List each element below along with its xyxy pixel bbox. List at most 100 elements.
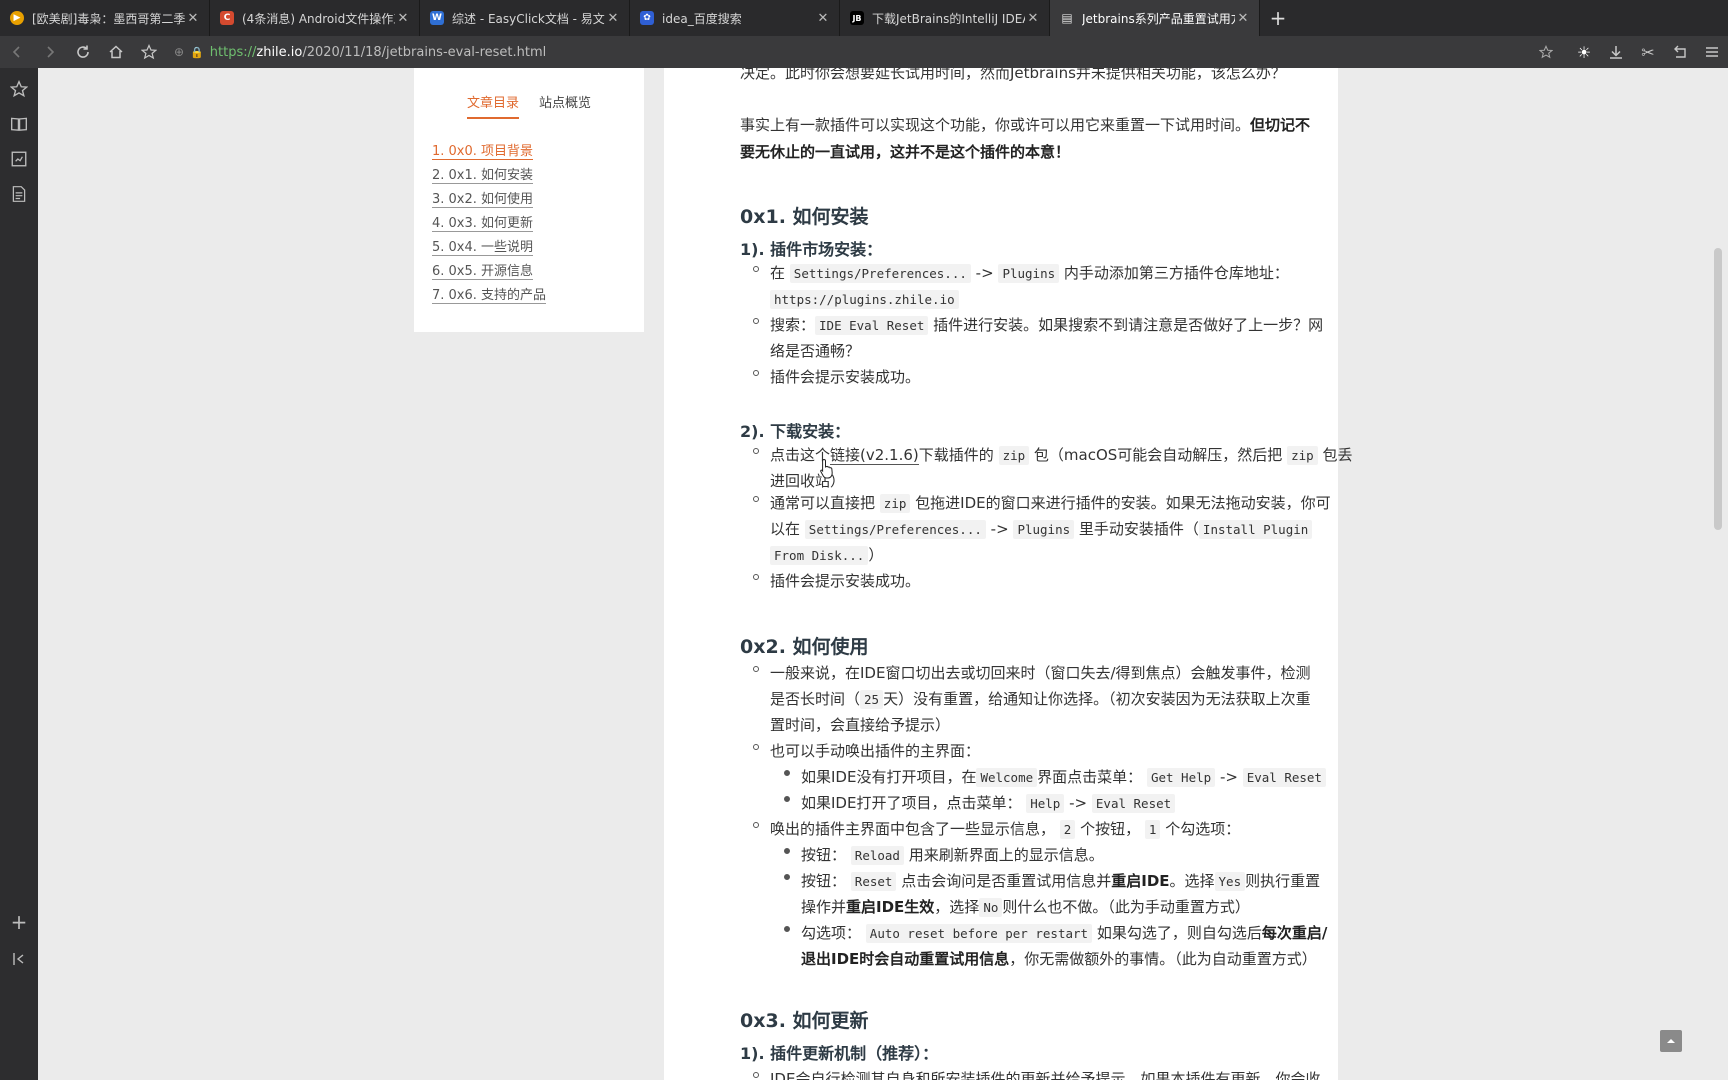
toc-panel: 文章目录 站点概览 1. 0x0. 项目背景 2. 0x1. 如何安装 3. 0… xyxy=(414,68,644,332)
bullet-icon xyxy=(753,448,759,454)
toc-item[interactable]: 3. 0x2. 如何使用 xyxy=(432,188,546,212)
toc-item[interactable]: 7. 0x6. 支持的产品 xyxy=(432,284,547,308)
list-item: 搜索： IDE Eval Reset 插件进行安装。如果搜索不到请注意是否做好了上… xyxy=(770,316,1324,335)
night-mode-icon[interactable]: ☀ xyxy=(1568,36,1600,68)
close-icon[interactable]: ✕ xyxy=(185,11,201,26)
sub-list-item: 如果IDE打开了项目，点击菜单： Help -> Eval Reset xyxy=(801,790,1176,817)
sub-list-item: 如果IDE没有打开项目，在 Welcome 界面点击菜单： Get Help -> … xyxy=(801,764,1326,791)
close-icon[interactable]: ✕ xyxy=(815,11,831,26)
url-host: zhile.io xyxy=(256,44,303,60)
close-icon[interactable]: ✕ xyxy=(395,11,411,26)
menu-icon[interactable] xyxy=(1696,36,1728,68)
list-item-cont: From Disk...） xyxy=(770,542,883,569)
sub-bullet-icon xyxy=(784,926,790,932)
url-path: /2020/11/18/jetbrains-eval-reset.html xyxy=(302,44,547,60)
toc-item[interactable]: 2. 0x1. 如何安装 xyxy=(432,164,546,188)
favorites-star-icon[interactable] xyxy=(8,78,30,100)
tab-title: 综述 - EasyClick文档 - 易文档 xyxy=(452,11,605,26)
sub-list-item: 勾选项： Auto reset before per restart 如果勾选了… xyxy=(801,924,1328,943)
toc-item[interactable]: 4. 0x3. 如何更新 xyxy=(432,212,546,236)
sub-list-item: 按钮： Reload 用来刷新界面上的显示信息。 xyxy=(801,846,1104,865)
bullet-icon xyxy=(753,318,759,324)
list-item: 插件会提示安装成功。 xyxy=(770,368,921,386)
list-item-cont: 以在 Settings/Preferences... -> Plugins 里手… xyxy=(770,516,1313,543)
tab-0[interactable]: ▶ [欧美剧]毒枭：墨西哥第二季 ✕ xyxy=(0,0,210,36)
toc-tab-contents[interactable]: 文章目录 xyxy=(466,92,519,119)
sub-list-item-cont: 退出IDE时会自动重置试用信息，你无需做额外的事情。（此为自动重置方式） xyxy=(801,950,1317,968)
toc-item[interactable]: 1. 0x0. 项目背景 xyxy=(432,140,546,164)
lock-icon: 🔒 xyxy=(190,45,204,59)
download-link[interactable]: 链接(v2.1.6) xyxy=(830,446,919,465)
download-icon[interactable] xyxy=(1600,36,1632,68)
undo-icon[interactable] xyxy=(1664,36,1696,68)
list-item: 在 Settings/Preferences... -> Plugins 内手动… xyxy=(770,264,1289,283)
shield-icon[interactable]: ⊕ xyxy=(174,45,184,59)
video-favicon-icon: ▶ xyxy=(10,11,24,25)
heading-install: 0x1. 如何安装 xyxy=(740,206,869,228)
hand-cursor-icon xyxy=(820,458,833,479)
scrollbar-thumb[interactable] xyxy=(1714,248,1722,530)
bullet-icon xyxy=(753,822,759,828)
reload-icon[interactable] xyxy=(66,36,99,68)
star-icon[interactable] xyxy=(132,36,165,68)
screenshot-icon[interactable] xyxy=(8,148,30,170)
subheading-market: 1). 插件市场安装： xyxy=(740,240,883,259)
toc-list: 1. 0x0. 项目背景 2. 0x1. 如何安装 3. 0x2. 如何使用 4… xyxy=(432,140,547,308)
heading-usage: 0x2. 如何使用 xyxy=(740,636,869,658)
doc-favicon-icon: W xyxy=(430,11,444,25)
address-bar[interactable]: ⊕ 🔒 https://zhile.io/2020/11/18/jetbrain… xyxy=(174,40,1524,64)
notes-icon[interactable] xyxy=(8,183,30,205)
list-item: IDE会自行检测其自身和所安装插件的更新并给予提示。如果本插件有更新，你会收 xyxy=(770,1070,1321,1080)
bullet-icon xyxy=(753,1072,759,1078)
list-item: 点击这个链接(v2.1.6)下载插件的 zip 包（macOS可能会自动解压，然… xyxy=(770,446,1353,465)
list-item: 通常可以直接把 zip 包拖进IDE的窗口来进行插件的安装。如果无法拖动安装，你… xyxy=(770,494,1331,513)
bullet-icon xyxy=(753,370,759,376)
tab-title: idea_百度搜索 xyxy=(662,11,742,26)
paragraph-bold-line: 要无休止的一直试用，这并不是这个插件的本意！ xyxy=(740,143,1071,161)
sub-bullet-icon xyxy=(784,796,790,802)
toc-item[interactable]: 5. 0x4. 一些说明 xyxy=(432,236,546,260)
tab-title: (4条消息) Android文件操作工 xyxy=(242,11,395,26)
toolbar-right: ☀ ✂ xyxy=(1530,36,1728,68)
toc-item[interactable]: 6. 0x5. 开源信息 xyxy=(432,260,546,284)
bookmark-star-icon[interactable] xyxy=(1530,36,1562,68)
close-icon[interactable]: ✕ xyxy=(1235,11,1251,26)
subheading-download: 2). 下载安装： xyxy=(740,422,851,441)
tab-strip: ▶ [欧美剧]毒枭：墨西哥第二季 ✕ C (4条消息) Android文件操作工… xyxy=(0,0,1728,36)
bullet-icon xyxy=(753,266,759,272)
heading-update: 0x3. 如何更新 xyxy=(740,1010,869,1032)
home-icon[interactable] xyxy=(99,36,132,68)
list-item-cont: 是否长时间（ 25 天）没有重置，给通知让你选择。（初次安装因为无法获取上次重 xyxy=(770,690,1311,709)
arrow-left-icon[interactable] xyxy=(0,36,33,68)
page-favicon-icon: ▤ xyxy=(1061,11,1073,25)
sub-list-item-cont: 操作并重启IDE生效，选择 No 则什么也不做。（此为手动重置方式） xyxy=(801,898,1250,917)
list-item: 一般来说，在IDE窗口切出去或切回来时（窗口失去/得到焦点）会触发事件，检测 xyxy=(770,664,1311,682)
tab-1[interactable]: C (4条消息) Android文件操作工 ✕ xyxy=(210,0,420,36)
browser-sidebar: + xyxy=(0,68,38,1080)
collapse-sidebar-icon[interactable] xyxy=(8,948,30,970)
csdn-favicon-icon: C xyxy=(220,11,234,25)
tab-5-active[interactable]: ▤ Jetbrains系列产品重置试用方 ✕ xyxy=(1050,0,1260,36)
tab-3[interactable]: ✿ idea_百度搜索 ✕ xyxy=(630,0,840,36)
toc-tabs: 文章目录 站点概览 xyxy=(414,92,644,119)
reading-book-icon[interactable] xyxy=(8,113,30,135)
tab-title: Jetbrains系列产品重置试用方 xyxy=(1082,11,1235,26)
sub-bullet-icon xyxy=(784,770,790,776)
arrow-right-icon[interactable] xyxy=(33,36,66,68)
jetbrains-favicon-icon: JB xyxy=(850,11,864,25)
add-panel-icon[interactable]: + xyxy=(8,910,30,934)
list-item-cont: 置时间，会直接给予提示） xyxy=(770,716,951,734)
paragraph-line: 事实上有一款插件可以实现这个功能，你或许可以用它来重置一下试用时间。但切记不 xyxy=(740,116,1311,134)
toc-tab-overview[interactable]: 站点概览 xyxy=(539,92,591,119)
tab-4[interactable]: JB 下载JetBrains的IntelliJ IDEA ✕ xyxy=(840,0,1050,36)
tab-2[interactable]: W 综述 - EasyClick文档 - 易文档 ✕ xyxy=(420,0,630,36)
list-item: 也可以手动唤出插件的主界面： xyxy=(770,742,981,760)
bullet-icon xyxy=(753,744,759,750)
scissors-icon[interactable]: ✂ xyxy=(1632,36,1664,68)
list-item-cont: https://plugins.zhile.io xyxy=(770,286,959,313)
close-icon[interactable]: ✕ xyxy=(1025,11,1041,26)
sub-bullet-icon xyxy=(784,848,790,854)
back-to-top-button[interactable] xyxy=(1660,1030,1682,1052)
close-icon[interactable]: ✕ xyxy=(605,11,621,26)
new-tab-button[interactable]: + xyxy=(1260,0,1296,36)
